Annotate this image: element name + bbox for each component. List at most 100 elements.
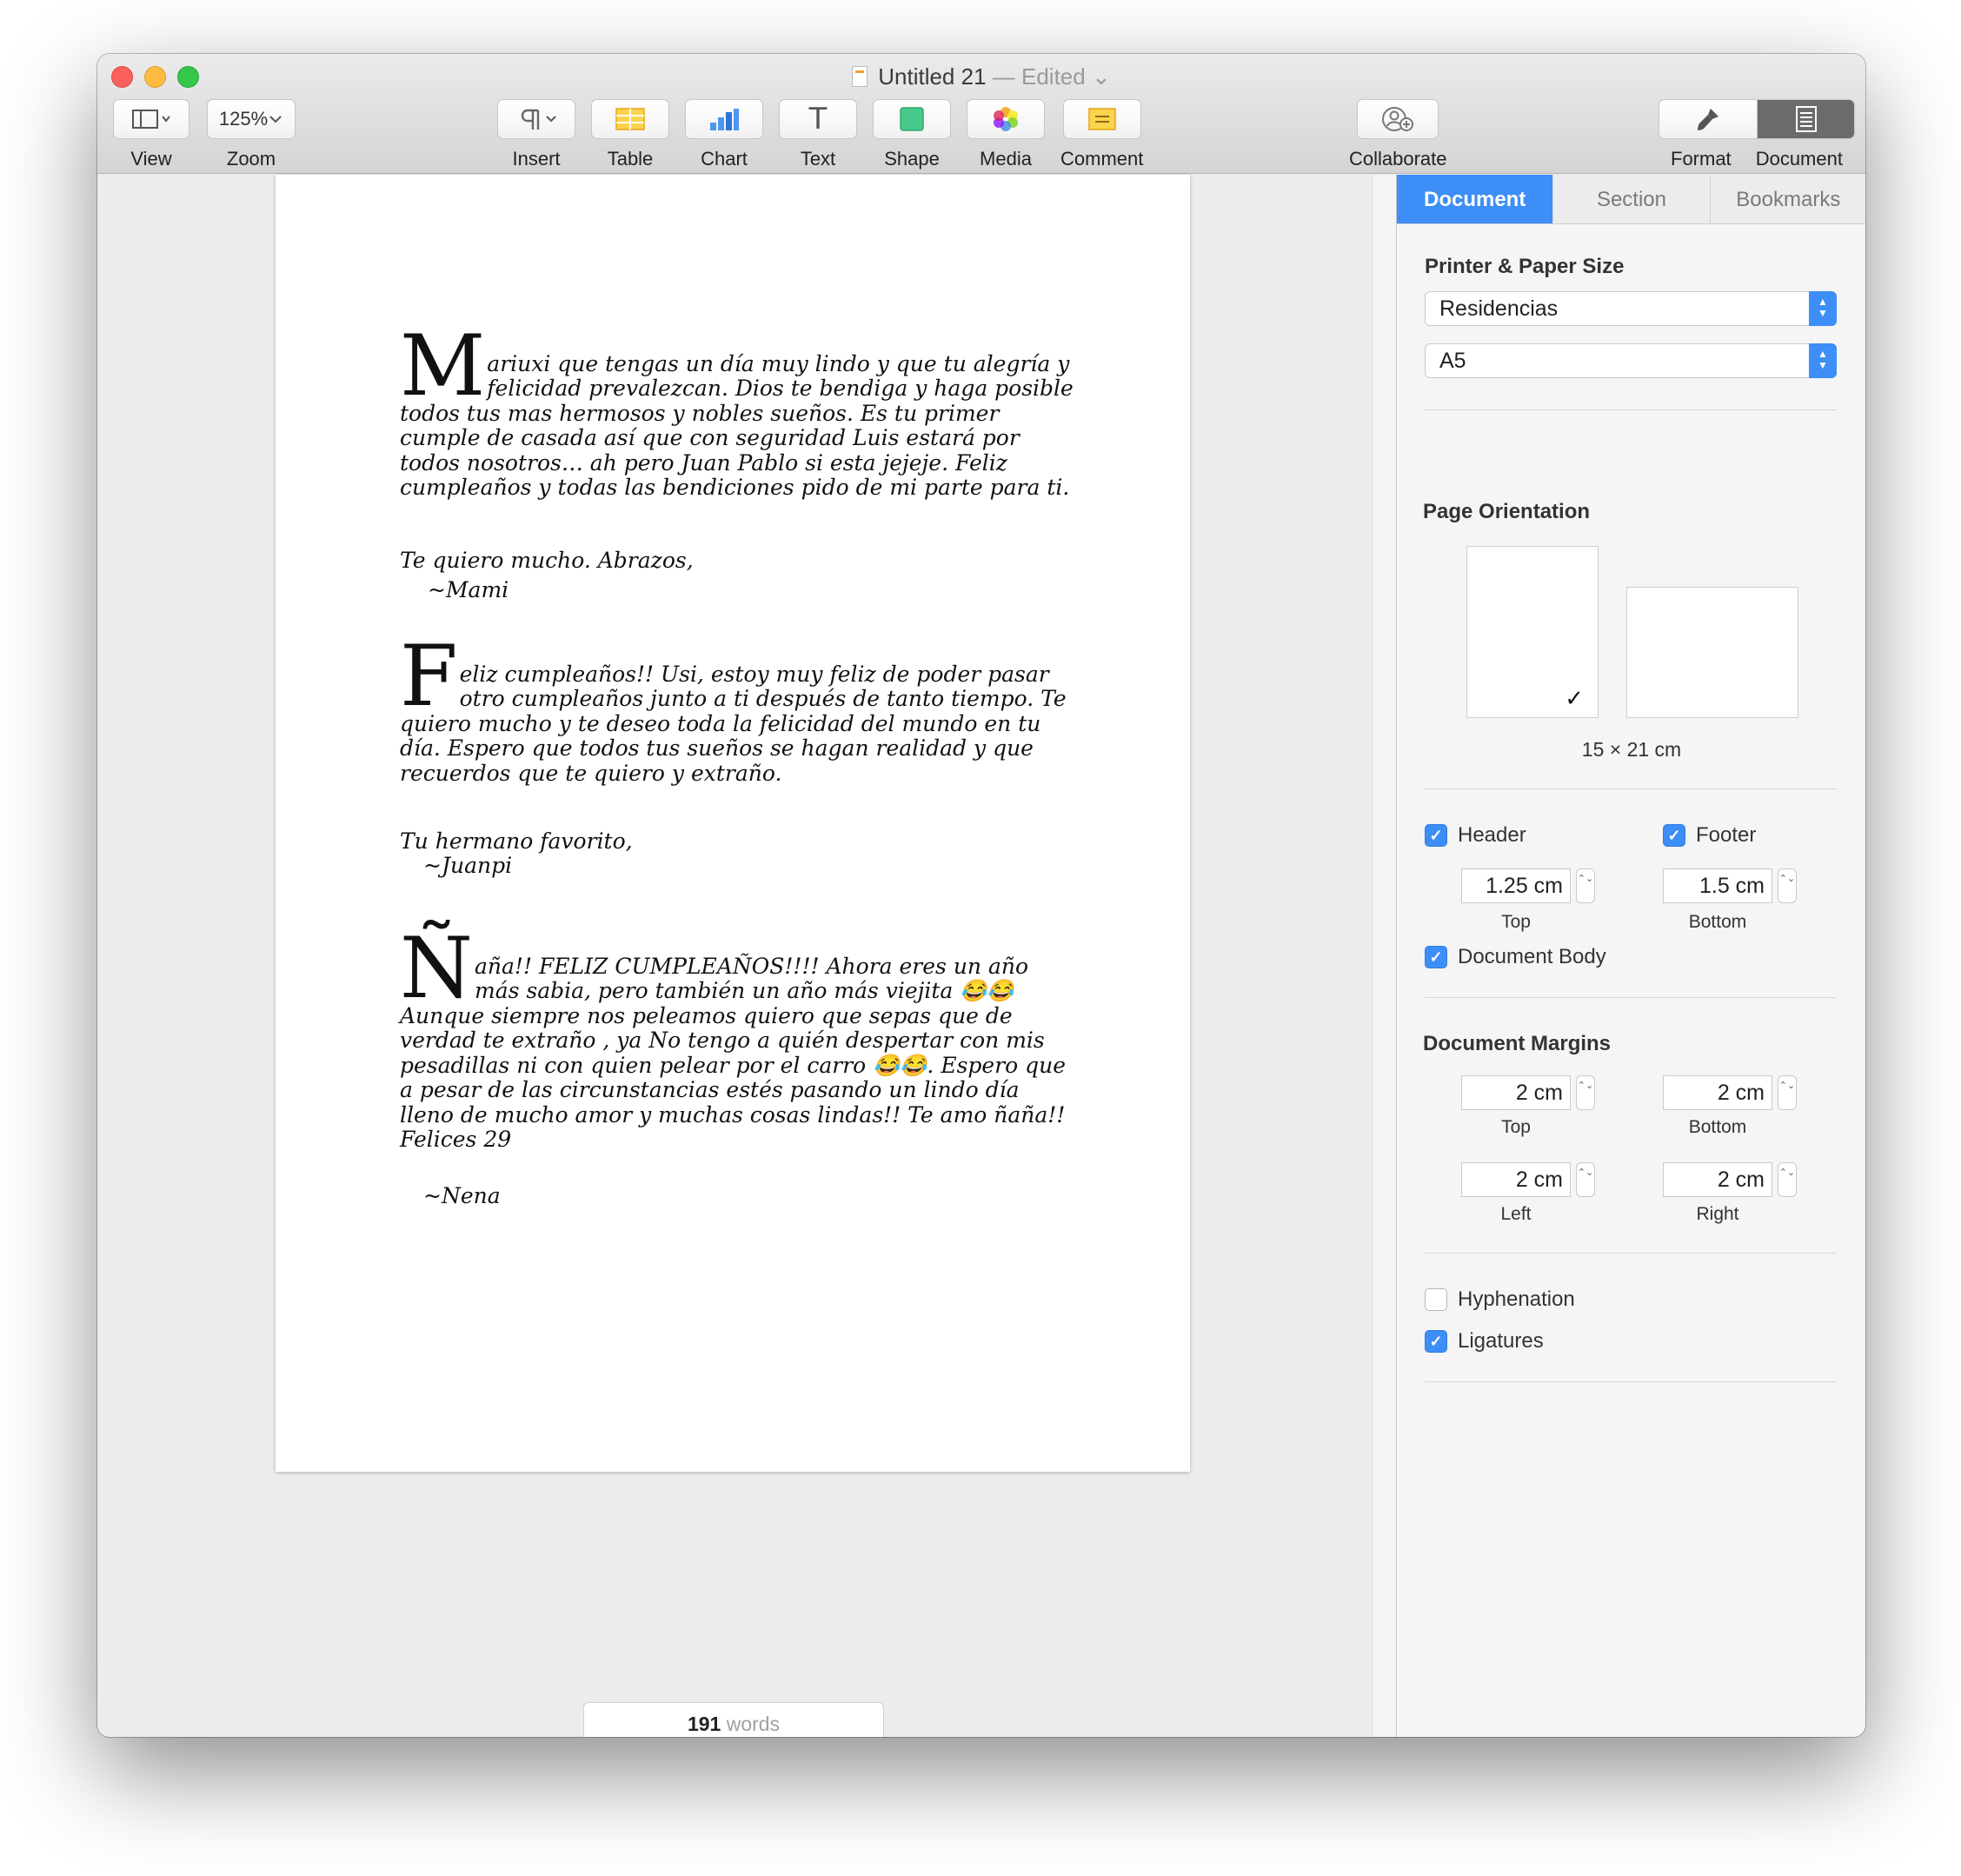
- shape-label: Shape: [884, 148, 940, 170]
- table-control: Table: [591, 99, 669, 170]
- shape-button[interactable]: [873, 99, 951, 139]
- chart-control: Chart: [685, 99, 763, 170]
- collaborate-control: Collaborate: [1349, 99, 1447, 170]
- paragraph-nena[interactable]: Ñaña!! FELIZ CUMPLEAÑOS!!!! Ahora eres u…: [400, 920, 1078, 1153]
- media-button[interactable]: [967, 99, 1045, 139]
- margin-right-stepper[interactable]: ⌃⌄: [1778, 1162, 1797, 1197]
- margin-bottom-field[interactable]: 2 cm: [1663, 1075, 1772, 1110]
- margin-bottom-label: Bottom: [1688, 1117, 1747, 1137]
- document-page[interactable]: Mariuxi que tengas un día muy lindo y qu…: [276, 175, 1190, 1472]
- signature[interactable]: ~Juanpi: [423, 851, 512, 881]
- inspector-tabs: Document Section Bookmarks: [1397, 175, 1865, 224]
- portrait-orientation-option[interactable]: ✓: [1466, 546, 1599, 718]
- table-icon: [615, 108, 645, 130]
- document-body-checkbox[interactable]: ✓ Document Body: [1425, 945, 1606, 969]
- text-button[interactable]: T: [779, 99, 857, 139]
- pages-document-icon: [852, 66, 868, 87]
- comment-button[interactable]: [1062, 99, 1141, 139]
- divider: [1425, 409, 1837, 410]
- word-count-value: 191: [687, 1713, 721, 1735]
- signature[interactable]: ~Nena: [423, 1181, 501, 1211]
- tab-section[interactable]: Section: [1552, 175, 1709, 223]
- photos-icon: [994, 107, 1018, 131]
- checkbox-checked-icon: ✓: [1425, 1330, 1447, 1353]
- view-control: View: [113, 99, 189, 170]
- format-label: Format: [1671, 148, 1732, 170]
- paper-size-popup[interactable]: A5 ▲ ▼: [1425, 343, 1837, 378]
- document-canvas[interactable]: Mariuxi que tengas un día muy lindo y qu…: [97, 175, 1372, 1737]
- document-inspector-button[interactable]: [1757, 100, 1854, 138]
- landscape-orientation-option[interactable]: [1626, 587, 1798, 718]
- margin-right-label: Right: [1696, 1204, 1739, 1224]
- text-box-icon: T: [808, 102, 828, 136]
- hyphenation-checkbox[interactable]: Hyphenation: [1425, 1287, 1575, 1312]
- zoom-label: Zoom: [226, 148, 276, 170]
- printer-popup[interactable]: Residencias ▲ ▼: [1425, 291, 1837, 326]
- header-stepper[interactable]: ⌃⌄: [1576, 868, 1595, 903]
- ligatures-checkbox[interactable]: ✓ Ligatures: [1425, 1329, 1544, 1354]
- text-control: T Text: [779, 99, 857, 170]
- word-count[interactable]: 191 words: [583, 1702, 884, 1737]
- document-name: Untitled 21: [878, 63, 987, 90]
- insert-label: Insert: [512, 148, 561, 170]
- bar-chart-icon: [710, 109, 739, 130]
- edited-status: — Edited: [992, 63, 1086, 90]
- comment-label: Comment: [1060, 148, 1144, 170]
- shape-square-icon: [900, 107, 924, 131]
- page-size-label: 15 × 21 cm: [1581, 738, 1682, 761]
- margin-right-field[interactable]: 2 cm: [1663, 1162, 1772, 1197]
- paragraph-mami[interactable]: Mariuxi que tengas un día muy lindo y qu…: [400, 317, 1078, 501]
- drop-cap: M: [400, 317, 486, 415]
- margin-top-field[interactable]: 2 cm: [1461, 1075, 1571, 1110]
- shape-control: Shape: [873, 99, 951, 170]
- checkbox-checked-icon: ✓: [1663, 824, 1685, 847]
- margin-left-stepper[interactable]: ⌃⌄: [1576, 1162, 1595, 1197]
- document-inspector: Document Section Bookmarks Printer & Pap…: [1396, 175, 1865, 1737]
- header-top-label: Top: [1501, 912, 1531, 932]
- checkbox-checked-icon: ✓: [1425, 824, 1447, 847]
- footer-bottom-label: Bottom: [1688, 912, 1747, 932]
- header-checkbox[interactable]: ✓ Header: [1425, 823, 1526, 848]
- margin-left-label: Left: [1500, 1204, 1532, 1224]
- chart-button[interactable]: [685, 99, 763, 139]
- closing-line[interactable]: Te quiero mucho. Abrazos,: [400, 546, 694, 575]
- header-value-field[interactable]: 1.25 cm: [1461, 868, 1571, 903]
- paper-size-value: A5: [1439, 349, 1466, 373]
- checkmark-icon: ✓: [1565, 685, 1584, 711]
- footer-stepper[interactable]: ⌃⌄: [1778, 868, 1797, 903]
- paragraph-text: aña!! FELIZ CUMPLEAÑOS!!!! Ahora eres un…: [400, 953, 1067, 1152]
- collaborate-button[interactable]: [1357, 99, 1439, 139]
- margin-top-stepper[interactable]: ⌃⌄: [1576, 1075, 1595, 1110]
- insert-control: Insert: [497, 99, 575, 170]
- add-person-icon: [1382, 107, 1414, 131]
- insert-button[interactable]: [497, 99, 575, 139]
- margin-left-field[interactable]: 2 cm: [1461, 1162, 1571, 1197]
- paragraph-juanpi[interactable]: Feliz cumpleaños!! Usi, estoy muy feliz …: [400, 635, 1078, 786]
- document-icon: [1795, 106, 1817, 132]
- media-control: Media: [967, 99, 1045, 170]
- footer-value-field[interactable]: 1.5 cm: [1663, 868, 1772, 903]
- word-count-label: words: [726, 1713, 781, 1735]
- view-button[interactable]: [113, 99, 189, 139]
- view-label: View: [130, 148, 172, 170]
- signature[interactable]: ~Mami: [428, 575, 509, 605]
- zoom-dropdown[interactable]: 125%: [207, 99, 296, 139]
- window-title[interactable]: Untitled 21 — Edited ⌄: [97, 61, 1865, 92]
- drop-cap: Ñ: [400, 920, 473, 1017]
- comment-control: Comment: [1060, 99, 1143, 170]
- zoom-control: 125% Zoom: [207, 99, 296, 170]
- paragraph-text: ariuxi que tengas un día muy lindo y que…: [400, 350, 1074, 500]
- margin-bottom-stepper[interactable]: ⌃⌄: [1778, 1075, 1797, 1110]
- footer-checkbox[interactable]: ✓ Footer: [1663, 823, 1756, 848]
- footer-label: Footer: [1696, 823, 1757, 847]
- tab-document[interactable]: Document: [1397, 175, 1553, 223]
- sidebar-layout-icon: [132, 110, 170, 129]
- divider: [1425, 1381, 1837, 1382]
- divider: [1425, 997, 1837, 998]
- format-button[interactable]: [1659, 100, 1757, 138]
- table-button[interactable]: [591, 99, 669, 139]
- tab-bookmarks[interactable]: Bookmarks: [1709, 175, 1865, 223]
- printer-value: Residencias: [1439, 296, 1559, 321]
- checkbox-unchecked-icon: [1425, 1288, 1447, 1311]
- scrollbar-track[interactable]: [1372, 175, 1396, 1737]
